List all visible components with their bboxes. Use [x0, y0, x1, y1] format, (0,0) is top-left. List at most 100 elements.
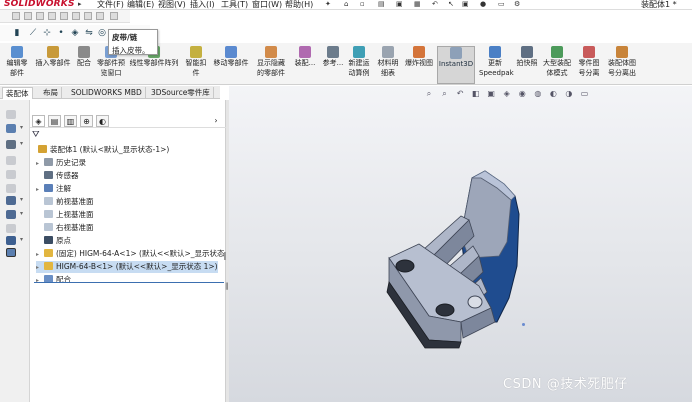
dropdown-arrow-icon[interactable]: ▾ [20, 236, 23, 243]
panel-icon[interactable] [6, 156, 16, 165]
display-tab-icon[interactable]: ◐ [96, 115, 109, 127]
panel-icon[interactable] [6, 210, 16, 219]
menu-view[interactable]: 视图(V) [158, 0, 186, 10]
tree-item-front-plane[interactable]: 前视基准面 [36, 196, 94, 208]
panel-icon[interactable] [6, 184, 16, 193]
options-icon[interactable]: ⚙ [514, 0, 524, 9]
assembly-features-button[interactable]: 装配... [292, 46, 318, 84]
toolbar-icon[interactable] [84, 12, 92, 20]
tab-3dsource[interactable]: 3DSource零件库 [148, 87, 214, 99]
toolbar-icon[interactable] [110, 12, 118, 20]
feature-tree-tab-icon[interactable]: ◈ [32, 115, 45, 127]
update-speedpak-button[interactable]: 更新 Speedpak [479, 46, 514, 84]
toolbar-icon[interactable] [60, 12, 68, 20]
large-assembly-mode-button[interactable]: 大型装配 体模式 [541, 46, 573, 84]
property-tab-icon[interactable]: ▤ [48, 115, 61, 127]
tree-item-right-plane[interactable]: 右视基准面 [36, 222, 94, 234]
panel-icon[interactable] [6, 196, 16, 205]
toolbar-icon[interactable] [48, 12, 56, 20]
panel-icon[interactable] [6, 248, 16, 257]
panel-expand-arrow-icon[interactable]: › [210, 115, 222, 127]
dropdown-arrow-icon[interactable]: ▾ [20, 196, 23, 203]
dropdown-arrow-icon[interactable]: ▾ [20, 210, 23, 217]
undo-icon[interactable]: ↶ [432, 0, 442, 9]
line-icon[interactable]: ⟋ [28, 28, 38, 38]
sketch-icon[interactable]: ▮ [12, 28, 22, 38]
tree-root-assembly[interactable]: 装配体1 (默认<默认_显示状态-1>) [30, 144, 169, 156]
smart-dimension-icon[interactable]: ⊹ [42, 28, 52, 38]
tree-item-sensors[interactable]: 传感器 [36, 170, 79, 182]
exploded-view-button[interactable]: 爆炸视图 [403, 46, 435, 84]
open-icon[interactable]: ▤ [378, 0, 388, 9]
toolbar-icon[interactable] [96, 12, 104, 20]
mirror-icon[interactable]: ⇋ [84, 28, 94, 38]
tree-item-part-b[interactable]: ▸ HIGM-64-B<1> (默认<<默认>_显示状态 1>) [36, 261, 218, 273]
tree-label: HIGM-64-B<1> (默认<<默认>_显示状态 1>) [56, 262, 218, 271]
toolbar-icon[interactable] [72, 12, 80, 20]
config-tab-icon[interactable]: ▥ [64, 115, 77, 127]
dimxpert-tab-icon[interactable]: ⊕ [80, 115, 93, 127]
select-icon[interactable]: ↖ [448, 0, 458, 9]
menu-tools[interactable]: 工具(T) [221, 0, 248, 10]
menu-window[interactable]: 窗口(W) [252, 0, 282, 10]
part-icon [44, 249, 53, 257]
tree-item-mates[interactable]: ▸ 配合 [36, 274, 71, 286]
filter-icon[interactable]: ⛛ [32, 130, 40, 140]
take-snapshot-button[interactable]: 拍快照 [515, 46, 539, 84]
menu-file[interactable]: 文件(F) [97, 0, 124, 10]
menu-edit[interactable]: 编辑(E) [127, 0, 154, 10]
mate-button[interactable]: 配合 [74, 46, 94, 84]
panel-icon[interactable] [6, 170, 16, 179]
traffic-light-icon[interactable]: ● [480, 0, 490, 9]
tab-assembly[interactable]: 装配体 [2, 87, 33, 99]
reference-geometry-button[interactable]: 参考... [320, 46, 346, 84]
panel-icon[interactable] [6, 110, 16, 119]
menu-help[interactable]: 帮助(H) [285, 0, 313, 10]
toolbar-icon[interactable] [36, 12, 44, 20]
assembly-model[interactable] [229, 86, 692, 402]
file-properties-icon[interactable]: ▭ [498, 0, 508, 9]
tree-item-origin[interactable]: 原点 [36, 235, 71, 247]
part-number-split-button[interactable]: 零件图 号分离 [575, 46, 603, 84]
save-icon[interactable]: ▣ [396, 0, 406, 9]
panel-icon[interactable] [6, 224, 16, 233]
tab-solidworks-mbd[interactable]: SOLIDWORKS MBD [68, 87, 146, 99]
new-motion-study-button[interactable]: 新建运 动算例 [346, 46, 372, 84]
part-number-icon [583, 46, 595, 58]
tab-layout[interactable]: 布局 [40, 87, 62, 99]
home-icon[interactable]: ⌂ [344, 0, 354, 9]
tree-item-top-plane[interactable]: 上视基准面 [36, 209, 94, 221]
tree-item-annotations[interactable]: ▸ 注解 [36, 183, 71, 195]
instant3d-button[interactable]: Instant3D [437, 46, 475, 84]
edit-component-button[interactable]: 编辑零 部件 [4, 46, 30, 84]
new-document-icon[interactable]: ▫ [360, 0, 370, 9]
origin-icon [44, 236, 53, 244]
panel-icon[interactable] [6, 140, 16, 149]
dropdown-arrow-icon[interactable]: ▾ [20, 140, 23, 147]
assembly-number-split-button[interactable]: 装配体图 号分离出 [605, 46, 639, 84]
bill-of-materials-button[interactable]: 材料明 细表 [375, 46, 401, 84]
tree-label: 注解 [56, 184, 71, 193]
menu-expand-arrow-icon[interactable]: ▸ [78, 0, 88, 9]
toolbar-icon[interactable] [24, 12, 32, 20]
tree-item-part-a[interactable]: ▸ (固定) HIGM-64-A<1> (默认<<默认>_显示状态 [36, 248, 224, 260]
toolbar-icon[interactable] [12, 12, 20, 20]
tree-rollback-bar[interactable] [34, 282, 224, 283]
dropdown-arrow-icon[interactable]: ▾ [20, 124, 23, 131]
show-hidden-components-button[interactable]: 显示隐藏 的零部件 [255, 46, 287, 84]
graphics-area[interactable]: ⌕ ⌕ ↶ ◧ ▣ ◈ ◉ ◍ ◐ ◑ ▭ [229, 86, 692, 402]
feature-icon[interactable]: ◈ [70, 28, 80, 38]
tree-item-history[interactable]: ▸ 历史记录 [36, 157, 86, 169]
pin-icon[interactable]: ✦ [325, 0, 335, 9]
rebuild-icon[interactable]: ▣ [462, 0, 472, 9]
print-icon[interactable]: ▦ [414, 0, 424, 9]
tree-label: 右视基准面 [56, 223, 94, 232]
belt-chain-icon[interactable]: ◎ [97, 28, 107, 38]
move-component-button[interactable]: 移动零部件 [211, 46, 251, 84]
panel-icon[interactable] [6, 236, 16, 245]
insert-components-button[interactable]: 插入零部件 [33, 46, 73, 84]
menu-insert[interactable]: 插入(I) [190, 0, 215, 10]
smart-fasteners-button[interactable]: 智能扣 件 [184, 46, 208, 84]
panel-icon[interactable] [6, 124, 16, 133]
point-icon[interactable]: • [56, 28, 66, 38]
